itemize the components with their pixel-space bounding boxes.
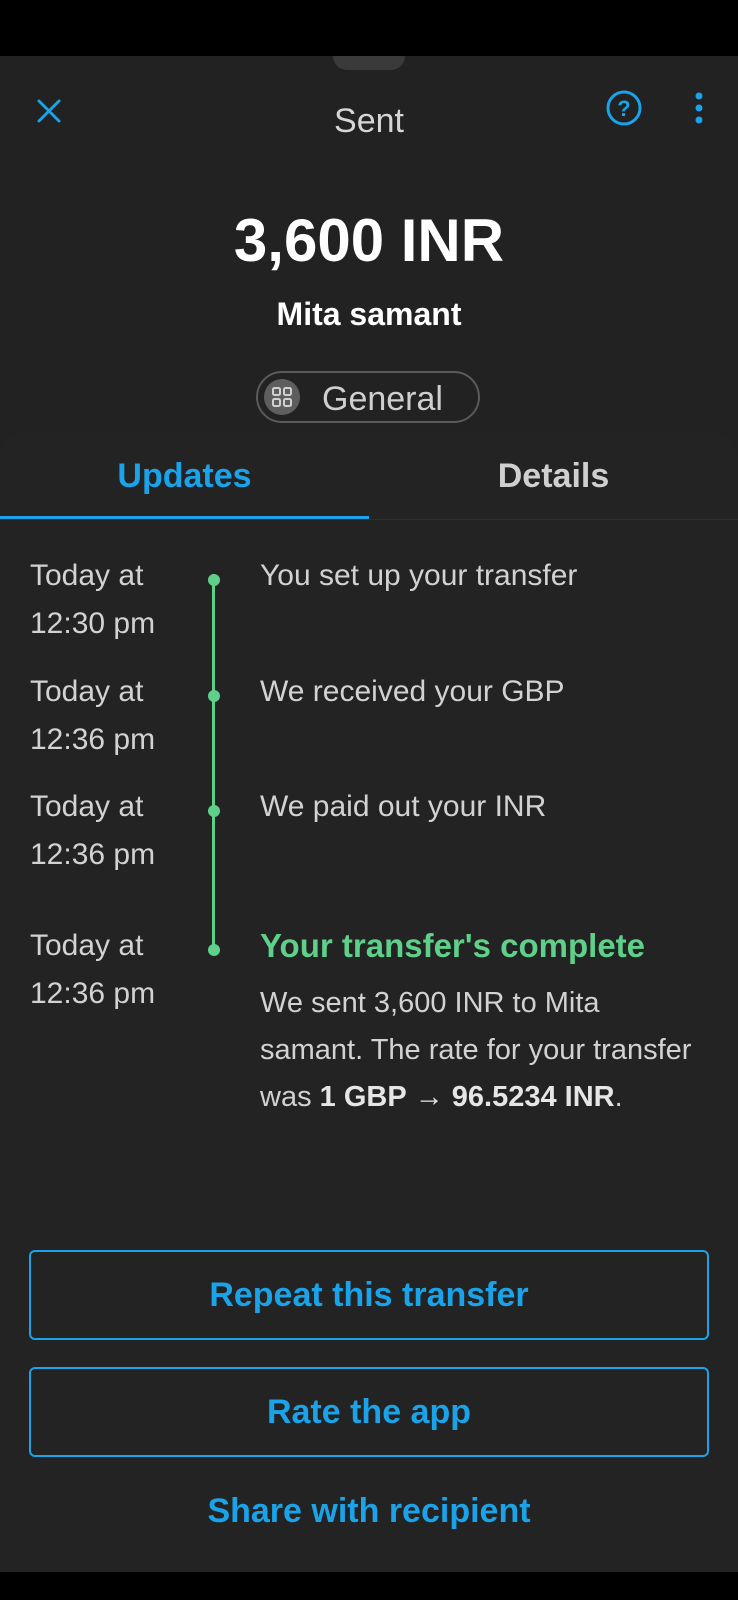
category-chip[interactable]: General [256,371,480,423]
rate-from: 1 GBP [319,1081,407,1113]
event-time-line1: Today at [30,675,144,708]
event-body-end: . [614,1081,623,1113]
event-time-line1: Today at [30,559,144,592]
event-time-line1: Today at [30,790,144,823]
recipient-name: Mita samant [276,296,462,332]
more-options-button[interactable] [680,88,720,128]
help-circle-icon: ? [606,90,642,126]
timeline-dot [208,690,220,702]
timeline-line [212,574,215,951]
event-time: Today at 12:36 pm [30,668,200,764]
drag-handle[interactable] [333,56,405,70]
event-title-complete: Your transfer's complete [260,927,646,964]
transfer-sheet: Sent ? 3,600 INR Mita samant General Upd… [0,56,738,1572]
event-time-line2: 12:36 pm [30,977,156,1010]
event-title: We received your GBP [260,675,565,708]
transfer-amount: 3,600 INR [233,207,505,274]
category-label: General [322,380,443,418]
event-time-line2: 12:36 pm [30,838,156,871]
tab-divider [0,519,738,520]
grid-icon [264,379,300,415]
tab-details[interactable]: Details [369,432,738,520]
timeline-dot [208,944,220,956]
rate-to: 96.5234 INR [451,1081,615,1113]
event-time-line2: 12:36 pm [30,723,156,756]
event-time-line2: 12:30 pm [30,607,156,640]
event-title: We paid out your INR [260,790,547,823]
navigation-bar [0,1572,738,1600]
event-time: Today at 12:36 pm [30,922,200,1018]
tab-updates[interactable]: Updates [0,432,369,520]
svg-text:?: ? [617,96,630,121]
event-time: Today at 12:36 pm [30,783,200,879]
timeline-dot [208,574,220,586]
content-card: Updates Details Today at 12:30 pm You se… [0,432,738,1572]
timeline-dot [208,805,220,817]
help-button[interactable]: ? [604,88,644,128]
event-title: You set up your transfer [260,559,578,592]
event-description: We sent 3,600 INR to Mita samant. The ra… [260,980,710,1121]
event-time: Today at 12:30 pm [30,552,200,648]
status-bar [0,0,738,56]
rate-arrow: → [414,1081,444,1113]
repeat-transfer-button[interactable]: Repeat this transfer [29,1250,709,1340]
event-time-line1: Today at [30,929,144,962]
share-with-recipient-link[interactable]: Share with recipient [0,1492,738,1531]
more-vertical-icon [695,92,703,124]
rate-app-button[interactable]: Rate the app [29,1367,709,1457]
